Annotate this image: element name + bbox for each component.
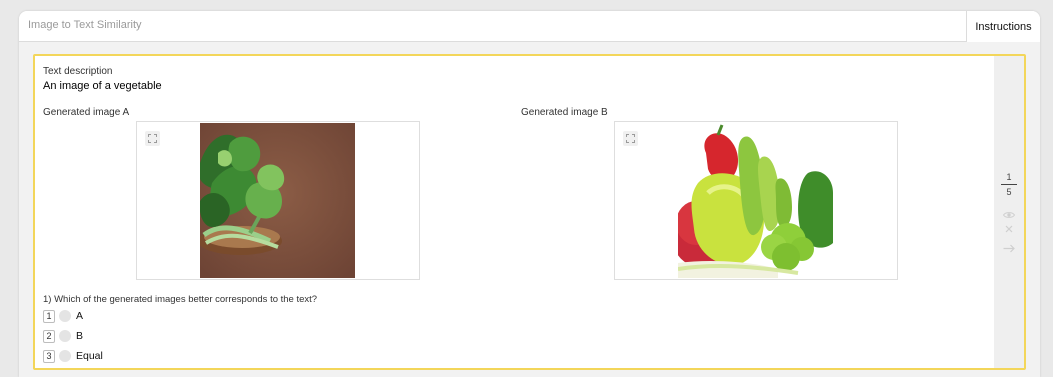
answer-option-b[interactable]: 2 B [43,329,83,343]
pager-total: 5 [1006,187,1012,197]
task-window: Image to Text Similarity Instructions Te… [19,11,1040,377]
image-a-label: Generated image A [43,107,130,118]
text-description-value: An image of a vegetable [43,80,162,92]
task-side-panel: 1 5 [994,56,1024,368]
instructions-button[interactable]: Instructions [966,11,1040,42]
image-b-label: Generated image B [521,107,608,118]
option-label: B [76,330,84,342]
generated-image-a [200,123,355,278]
question-text: 1) Which of the generated images better … [43,294,318,305]
hotkey-badge: 2 [43,329,55,343]
answer-option-a[interactable]: 1 A [43,309,83,323]
text-description-label: Text description [43,66,113,77]
expand-icon[interactable] [623,131,638,146]
task-content: Text description An image of a vegetable… [35,56,996,368]
radio-button[interactable] [59,330,71,342]
task-pager: 1 5 [1001,172,1017,197]
hotkey-badge: 3 [43,349,55,363]
project-title: Image to Text Similarity [28,19,142,31]
arrow-right-icon[interactable] [1001,241,1017,255]
option-label: A [76,310,84,322]
option-label: Equal [76,350,103,362]
pager-divider [1001,184,1017,185]
header-bar: Image to Text Similarity Instructions [19,11,1040,42]
image-a-container [136,121,420,280]
expand-icon[interactable] [145,131,160,146]
radio-button[interactable] [59,310,71,322]
answer-option-equal[interactable]: 3 Equal [43,349,103,363]
generated-image-b [678,123,833,278]
task-card: Text description An image of a vegetable… [33,54,1026,370]
pager-current: 1 [1006,172,1012,182]
close-icon[interactable] [1001,222,1017,236]
eye-icon[interactable] [1001,208,1017,222]
radio-button[interactable] [59,350,71,362]
hotkey-badge: 1 [43,309,55,323]
image-b-container [614,121,898,280]
